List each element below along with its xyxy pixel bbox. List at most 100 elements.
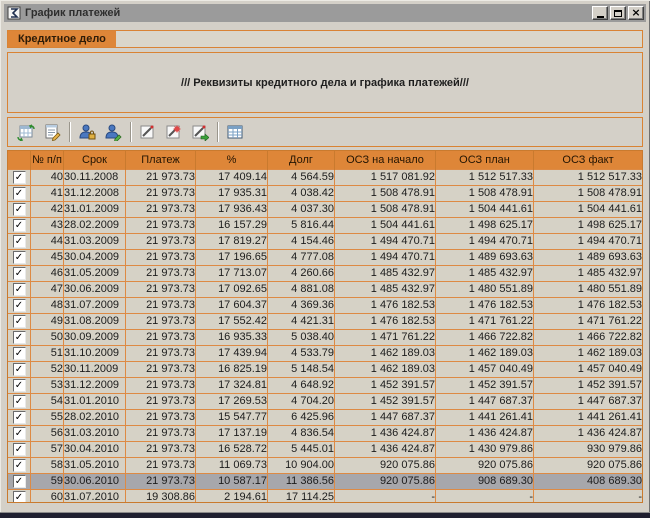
cell-percent: 17 092.65 [196, 282, 268, 298]
row-checkbox[interactable]: ✓ [13, 203, 26, 216]
cell-num: 55 [31, 410, 64, 426]
row-checkbox[interactable]: ✓ [13, 235, 26, 248]
table-refresh-button[interactable] [13, 120, 39, 144]
cell-payment: 21 973.73 [126, 218, 196, 234]
cell-osz_plan: 1 447 687.37 [436, 394, 534, 410]
cell-num: 59 [31, 474, 64, 490]
column-header-osz_fact[interactable]: ОСЗ факт [534, 151, 643, 170]
user-lock-button[interactable] [74, 120, 100, 144]
cell-num: 58 [31, 458, 64, 474]
cell-osz_start: 1 462 189.03 [335, 346, 436, 362]
cell-osz_start: 1 436 424.87 [335, 442, 436, 458]
cell-osz_plan: 1 441 261.41 [436, 410, 534, 426]
table-row[interactable]: ✓5230.11.200921 973.7316 825.195 148.541… [8, 362, 642, 378]
cell-num: 40 [31, 170, 64, 186]
cell-num: 46 [31, 266, 64, 282]
row-checkbox[interactable]: ✓ [13, 283, 26, 296]
cell-osz_start: 1 476 182.53 [335, 298, 436, 314]
table-grid-button[interactable] [222, 120, 248, 144]
cell-num: 41 [31, 186, 64, 202]
toolbar-separator [69, 122, 70, 142]
cell-num: 57 [31, 442, 64, 458]
table-row[interactable]: ✓5331.12.200921 973.7317 324.814 648.921… [8, 378, 642, 394]
row-checkbox[interactable]: ✓ [13, 299, 26, 312]
table-row[interactable]: ✓4030.11.200821 973.7317 409.144 564.591… [8, 170, 642, 186]
cell-payment: 21 973.73 [126, 458, 196, 474]
row-checkbox[interactable]: ✓ [13, 411, 26, 424]
column-header-date[interactable]: Срок [64, 151, 126, 170]
column-header-percent[interactable]: % [196, 151, 268, 170]
user-edit-button[interactable] [100, 120, 126, 144]
cell-osz_plan: 1 504 441.61 [436, 202, 534, 218]
cell-osz_start: 1 494 470.71 [335, 234, 436, 250]
row-checkbox[interactable]: ✓ [13, 315, 26, 328]
cell-osz_start: 1 447 687.37 [335, 410, 436, 426]
row-checkbox[interactable]: ✓ [13, 171, 26, 184]
table-row[interactable]: ✓5730.04.201021 973.7316 528.725 445.011… [8, 442, 642, 458]
cell-date: 31.03.2009 [64, 234, 126, 250]
wand-button[interactable] [135, 120, 161, 144]
cell-debt: 5 445.01 [268, 442, 335, 458]
cell-num: 60 [31, 490, 64, 504]
row-checkbox[interactable]: ✓ [13, 267, 26, 280]
row-checkbox[interactable]: ✓ [13, 187, 26, 200]
table-row[interactable]: ✓6031.07.201019 308.862 194.6117 114.25-… [8, 490, 642, 504]
cell-percent: 16 825.19 [196, 362, 268, 378]
row-checkbox[interactable]: ✓ [13, 251, 26, 264]
cell-debt: 6 425.96 [268, 410, 335, 426]
table-row[interactable]: ✓4131.12.200821 973.7317 935.314 038.421… [8, 186, 642, 202]
table-row[interactable]: ✓4431.03.200921 973.7317 819.274 154.461… [8, 234, 642, 250]
row-checkbox[interactable]: ✓ [13, 443, 26, 456]
table-row[interactable]: ✓4328.02.200921 973.7316 157.295 816.441… [8, 218, 642, 234]
table-row[interactable]: ✓4631.05.200921 973.7317 713.074 260.661… [8, 266, 642, 282]
table-row[interactable]: ✓5528.02.201021 973.7315 547.776 425.961… [8, 410, 642, 426]
row-checkbox[interactable]: ✓ [13, 379, 26, 392]
row-checkbox[interactable]: ✓ [13, 363, 26, 376]
row-checkbox[interactable]: ✓ [13, 459, 26, 472]
cell-date: 30.06.2010 [64, 474, 126, 490]
column-header-osz_start[interactable]: ОСЗ на начало [335, 151, 436, 170]
table-row[interactable]: ✓4730.06.200921 973.7317 092.654 881.081… [8, 282, 642, 298]
cell-percent: 17 269.53 [196, 394, 268, 410]
row-checkbox[interactable]: ✓ [13, 395, 26, 408]
column-header-osz_plan[interactable]: ОСЗ план [436, 151, 534, 170]
table-row[interactable]: ✓5131.10.200921 973.7317 439.944 533.791… [8, 346, 642, 362]
row-checkbox[interactable]: ✓ [13, 427, 26, 440]
cell-osz_plan: 920 075.86 [436, 458, 534, 474]
table-row[interactable]: ✓5831.05.201021 973.7311 069.7310 904.00… [8, 458, 642, 474]
cell-payment: 21 973.73 [126, 282, 196, 298]
row-checkbox[interactable]: ✓ [13, 475, 26, 488]
wand-remove-button[interactable] [161, 120, 187, 144]
table-row[interactable]: ✓4231.01.200921 973.7317 936.434 037.301… [8, 202, 642, 218]
toolbar-separator [217, 122, 218, 142]
row-checkbox[interactable]: ✓ [13, 331, 26, 344]
table-row[interactable]: ✓5631.03.201021 973.7317 137.194 836.541… [8, 426, 642, 442]
titlebar[interactable]: График платежей × [4, 4, 646, 22]
row-checkbox[interactable]: ✓ [13, 491, 26, 503]
row-checkbox[interactable]: ✓ [13, 347, 26, 360]
table-row[interactable]: ✓5930.06.201021 973.7310 587.1711 386.56… [8, 474, 642, 490]
table-row[interactable]: ✓5431.01.201021 973.7317 269.534 704.201… [8, 394, 642, 410]
column-header-num[interactable]: № п/п [31, 151, 64, 170]
row-checkbox[interactable]: ✓ [13, 219, 26, 232]
cell-osz_start: 920 075.86 [335, 458, 436, 474]
cell-osz_start: 1 508 478.91 [335, 202, 436, 218]
wand-apply-button[interactable] [187, 120, 213, 144]
cell-osz_plan: - [436, 490, 534, 504]
cell-payment: 21 973.73 [126, 410, 196, 426]
table-row[interactable]: ✓4530.04.200921 973.7317 196.654 777.081… [8, 250, 642, 266]
table-row[interactable]: ✓4931.08.200921 973.7317 552.424 421.311… [8, 314, 642, 330]
cell-osz_fact: 1 489 693.63 [534, 250, 643, 266]
column-header-payment[interactable]: Платеж [126, 151, 196, 170]
table-row[interactable]: ✓5030.09.200921 973.7316 935.335 038.401… [8, 330, 642, 346]
tab-credit-case[interactable]: Кредитное дело [8, 31, 116, 47]
cell-osz_fact: 1 441 261.41 [534, 410, 643, 426]
column-header-debt[interactable]: Долг [268, 151, 335, 170]
close-button[interactable]: × [628, 6, 644, 20]
maximize-button[interactable] [610, 6, 626, 20]
cell-osz_fact: 1 494 470.71 [534, 234, 643, 250]
table-row[interactable]: ✓4831.07.200921 973.7317 604.374 369.361… [8, 298, 642, 314]
minimize-button[interactable] [592, 6, 608, 20]
document-edit-button[interactable] [39, 120, 65, 144]
cell-osz_plan: 1 466 722.82 [436, 330, 534, 346]
